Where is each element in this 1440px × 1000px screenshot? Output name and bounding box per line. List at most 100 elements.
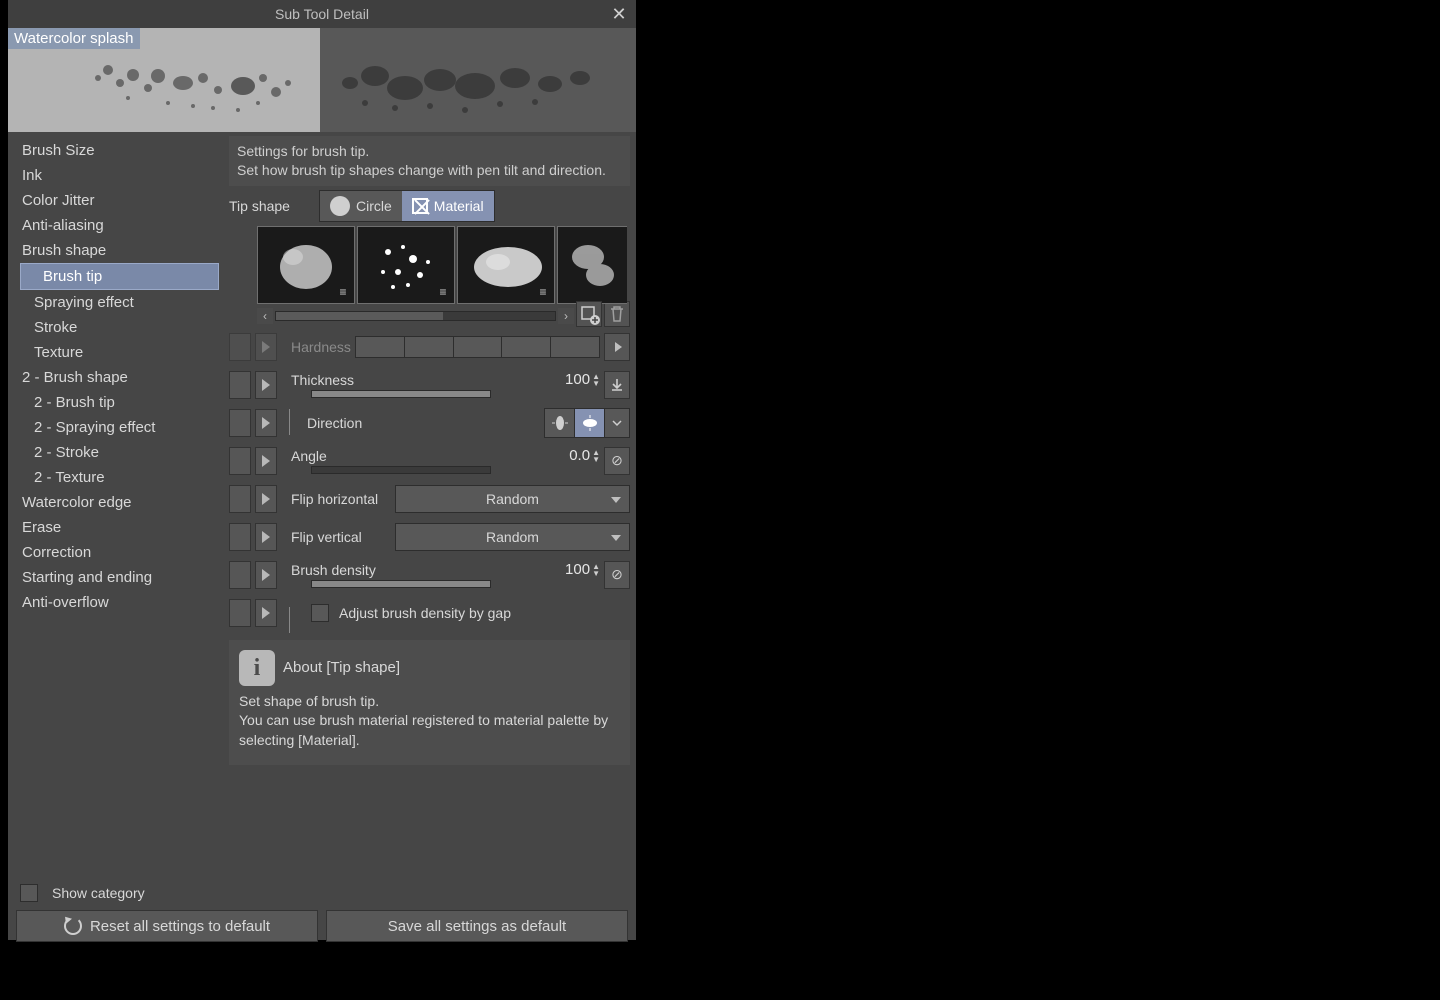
thickness-label: Thickness xyxy=(281,372,565,388)
adjust-gap-label: Adjust brush density by gap xyxy=(339,605,511,621)
density-slider[interactable] xyxy=(311,580,491,588)
flip-h-dynamics-button[interactable] xyxy=(255,485,277,513)
about-box: i About [Tip shape] Set shape of brush t… xyxy=(229,640,630,765)
hardness-dynamics-button[interactable] xyxy=(255,333,277,361)
angle-dynamics-button[interactable] xyxy=(255,447,277,475)
settings-main: Settings for brush tip.Set how brush tip… xyxy=(223,132,636,876)
material-icon xyxy=(412,198,428,214)
tip-shape-material-option[interactable]: Material xyxy=(402,191,494,221)
hardness-stepbar xyxy=(355,336,600,358)
sidebar-item[interactable]: Anti-overflow xyxy=(12,590,223,615)
sidebar-item[interactable]: Ink xyxy=(12,163,223,188)
sidebar-item[interactable]: 2 - Stroke xyxy=(12,440,223,465)
sidebar-item[interactable]: Stroke xyxy=(12,315,223,340)
category-description: Settings for brush tip.Set how brush tip… xyxy=(229,136,630,186)
flip-h-show-toggle[interactable] xyxy=(229,485,251,513)
hardness-more-button[interactable] xyxy=(604,333,630,361)
angle-value[interactable]: 0.0 xyxy=(569,447,590,464)
sidebar-item[interactable]: Brush tip xyxy=(20,263,219,290)
sidebar-item[interactable]: Spraying effect xyxy=(12,290,223,315)
sidebar-item[interactable]: 2 - Texture xyxy=(12,465,223,490)
brush-tip-thumb[interactable]: ≡ xyxy=(457,226,555,304)
drag-handle-icon[interactable]: ≡ xyxy=(336,285,350,299)
hardness-show-toggle[interactable] xyxy=(229,333,251,361)
window-title: Sub Tool Detail xyxy=(275,6,369,22)
sidebar-item[interactable]: Correction xyxy=(12,540,223,565)
flip-h-select[interactable]: Random xyxy=(395,485,630,513)
tip-shape-circle-option[interactable]: Circle xyxy=(320,191,402,221)
thickness-value[interactable]: 100 xyxy=(565,371,590,388)
sidebar-item[interactable]: Brush Size xyxy=(12,138,223,163)
density-reset-button[interactable]: ⊘ xyxy=(604,561,630,589)
close-button[interactable]: ✕ xyxy=(608,3,630,25)
material-label: Material xyxy=(434,198,484,214)
density-spinner[interactable]: ▲▼ xyxy=(592,563,600,577)
brush-tip-thumb[interactable]: ≡ xyxy=(257,226,355,304)
direction-dynamics-button[interactable] xyxy=(255,409,277,437)
direction-dropdown-button[interactable] xyxy=(605,409,629,437)
thickness-dynamics-button[interactable] xyxy=(255,371,277,399)
sidebar-item[interactable]: Watercolor edge xyxy=(12,490,223,515)
brush-tip-thumb[interactable]: ≡ xyxy=(357,226,455,304)
thumbnail-scrollbar[interactable] xyxy=(275,311,556,321)
direction-label: Direction xyxy=(281,415,540,431)
adjust-gap-show-toggle[interactable] xyxy=(229,599,251,627)
adjust-gap-dynamics-button[interactable] xyxy=(255,599,277,627)
footer: Show category Reset all settings to defa… xyxy=(8,876,636,940)
density-value[interactable]: 100 xyxy=(565,561,590,578)
reset-icon xyxy=(64,917,82,935)
sidebar-item[interactable]: Erase xyxy=(12,515,223,540)
angle-label: Angle xyxy=(281,448,569,464)
show-category-checkbox[interactable] xyxy=(20,884,38,902)
density-label: Brush density xyxy=(281,562,565,578)
flip-v-label: Flip vertical xyxy=(281,529,391,545)
sidebar-item[interactable]: Color Jitter xyxy=(12,188,223,213)
sidebar-item[interactable]: Anti-aliasing xyxy=(12,213,223,238)
reset-label: Reset all settings to default xyxy=(90,918,270,935)
direction-horizontal-button[interactable] xyxy=(545,409,575,437)
thickness-spinner[interactable]: ▲▼ xyxy=(592,373,600,387)
angle-slider[interactable] xyxy=(311,466,491,474)
scroll-right-button[interactable]: › xyxy=(558,308,574,324)
reset-all-button[interactable]: Reset all settings to default xyxy=(16,910,318,942)
circle-label: Circle xyxy=(356,198,392,214)
brush-preview-dark[interactable] xyxy=(320,28,636,132)
thickness-download-button[interactable] xyxy=(604,371,630,399)
density-show-toggle[interactable] xyxy=(229,561,251,589)
density-dynamics-button[interactable] xyxy=(255,561,277,589)
sub-tool-detail-panel: Sub Tool Detail ✕ Watercolor splash xyxy=(8,0,636,940)
direction-show-toggle[interactable] xyxy=(229,409,251,437)
angle-spinner[interactable]: ▲▼ xyxy=(592,449,600,463)
angle-show-toggle[interactable] xyxy=(229,447,251,475)
brush-preview-row: Watercolor splash xyxy=(8,28,636,132)
sidebar-item[interactable]: 2 - Brush shape xyxy=(12,365,223,390)
thickness-show-toggle[interactable] xyxy=(229,371,251,399)
brush-preview-light[interactable]: Watercolor splash xyxy=(8,28,320,132)
flip-v-show-toggle[interactable] xyxy=(229,523,251,551)
save-all-button[interactable]: Save all settings as default xyxy=(326,910,628,942)
drag-handle-icon[interactable]: ≡ xyxy=(436,285,450,299)
sidebar-item[interactable]: Starting and ending xyxy=(12,565,223,590)
info-icon: i xyxy=(239,650,275,686)
scroll-left-button[interactable]: ‹ xyxy=(257,308,273,324)
tip-shape-label: Tip shape xyxy=(229,198,313,214)
flip-h-value: Random xyxy=(486,491,539,507)
adjust-gap-checkbox[interactable] xyxy=(311,604,329,622)
thickness-slider[interactable] xyxy=(311,390,491,398)
tip-shape-segmented: Circle Material xyxy=(319,190,495,222)
brush-tip-thumb[interactable] xyxy=(557,226,627,304)
add-tip-button[interactable] xyxy=(576,301,602,327)
sidebar-item[interactable]: Texture xyxy=(12,340,223,365)
titlebar: Sub Tool Detail ✕ xyxy=(8,0,636,28)
sidebar-item[interactable]: 2 - Brush tip xyxy=(12,390,223,415)
angle-reset-button[interactable]: ⊘ xyxy=(604,447,630,475)
sidebar-item[interactable]: 2 - Spraying effect xyxy=(12,415,223,440)
direction-vertical-button[interactable] xyxy=(575,409,605,437)
sidebar-item[interactable]: Brush shape xyxy=(12,238,223,263)
flip-v-dynamics-button[interactable] xyxy=(255,523,277,551)
flip-v-value: Random xyxy=(486,529,539,545)
flip-v-select[interactable]: Random xyxy=(395,523,630,551)
direction-toggle-group xyxy=(544,408,630,438)
drag-handle-icon[interactable]: ≡ xyxy=(536,285,550,299)
circle-icon xyxy=(330,196,350,216)
